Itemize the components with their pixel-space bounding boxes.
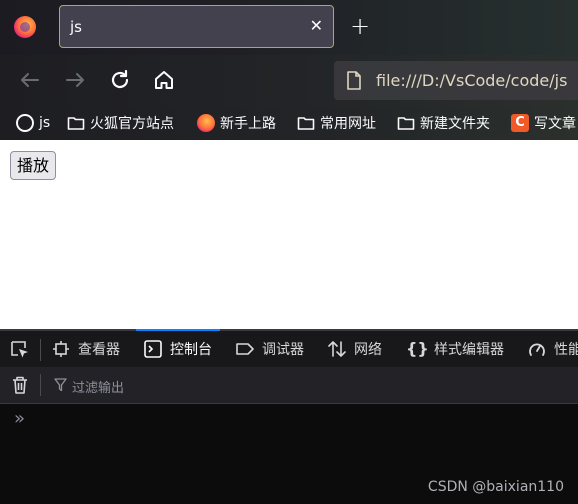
watermark: CSDN @baixian110 (427, 479, 564, 495)
bookmark-getting-started[interactable]: 新手上路 (197, 112, 276, 134)
tab-performance[interactable]: 性能 (528, 331, 578, 367)
play-button[interactable]: 播放 (10, 151, 57, 180)
firefox-icon (197, 114, 215, 132)
url-text: file:///D:/VsCode/code/js (376, 71, 568, 90)
network-icon (328, 341, 346, 357)
folder-icon (67, 114, 85, 132)
folder-icon (297, 114, 315, 132)
tab-label: 样式编辑器 (434, 342, 504, 358)
tab-js[interactable]: js ✕ (59, 5, 334, 48)
console-icon (144, 340, 162, 358)
reload-icon[interactable] (106, 66, 134, 94)
csdn-icon: C (511, 114, 529, 132)
page-icon (347, 71, 361, 90)
style-editor-icon: {} (406, 339, 429, 358)
bookmark-firefox-site[interactable]: 火狐官方站点 (67, 112, 174, 134)
tab-debugger[interactable]: 调试器 (236, 331, 304, 367)
inspector-icon (53, 341, 69, 357)
toolbar-divider (40, 374, 41, 396)
filter-icon (54, 378, 67, 392)
bookmark-common-sites[interactable]: 常用网址 (297, 112, 376, 134)
tab-label: 控制台 (170, 342, 212, 358)
tab-label: 网络 (354, 342, 382, 358)
close-tab-icon[interactable]: ✕ (310, 16, 323, 36)
element-picker-icon[interactable] (10, 340, 30, 360)
console-prompt-icon: » (14, 408, 25, 429)
bookmark-label: 常用网址 (320, 116, 376, 132)
page-content: 播放 (0, 140, 578, 329)
url-bar[interactable]: file:///D:/VsCode/code/js (334, 61, 578, 100)
home-icon[interactable] (150, 66, 178, 94)
bookmark-js[interactable]: js (16, 112, 50, 134)
navigation-toolbar: file:///D:/VsCode/code/js (0, 55, 578, 107)
tab-inspector[interactable]: 查看器 (52, 331, 120, 367)
tab-label: 调试器 (262, 342, 304, 358)
new-tab-button[interactable]: + (350, 13, 370, 39)
devtools-toolbar: 查看器 控制台 调试器 网络 {} 样式编辑器 性能 (0, 329, 578, 367)
console-filter-bar: 过滤输出 (0, 367, 578, 404)
trash-icon[interactable] (11, 375, 29, 395)
console-output[interactable]: » CSDN @baixian110 (0, 404, 578, 504)
bookmarks-toolbar: js 火狐官方站点 新手上路 常用网址 新建文件夹 C 写文章 (0, 107, 578, 140)
bookmark-write-article[interactable]: C 写文章 (511, 112, 576, 134)
globe-icon (16, 114, 34, 132)
bookmark-label: js (39, 115, 51, 131)
bookmark-label: 新手上路 (220, 116, 276, 132)
tab-network[interactable]: 网络 (328, 331, 382, 367)
back-arrow-icon[interactable] (16, 66, 44, 94)
bookmark-label: 新建文件夹 (420, 116, 490, 132)
bookmark-label: 火狐官方站点 (90, 116, 174, 132)
tab-label: 性能 (554, 342, 578, 358)
bookmark-new-folder[interactable]: 新建文件夹 (397, 112, 490, 134)
performance-icon (529, 343, 545, 356)
tab-label: 查看器 (78, 342, 120, 358)
folder-icon (397, 114, 415, 132)
debugger-icon (236, 343, 254, 355)
bookmark-label: 写文章 (534, 116, 576, 132)
tab-title: js (70, 18, 82, 36)
tab-console[interactable]: 控制台 (136, 329, 220, 367)
tab-style-editor[interactable]: {} 样式编辑器 (406, 331, 504, 367)
firefox-menu-icon[interactable] (14, 16, 36, 38)
filter-output-input[interactable]: 过滤输出 (72, 377, 124, 396)
toolbar-divider (40, 339, 41, 361)
forward-arrow-icon[interactable] (61, 66, 89, 94)
tab-strip: js ✕ + (0, 0, 578, 55)
